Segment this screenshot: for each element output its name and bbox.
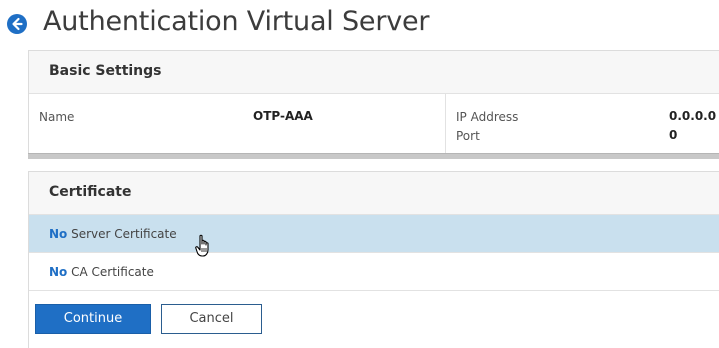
basic-settings-body: Name OTP-AAA IP Address 0.0.0.0 Port 0 — [29, 94, 719, 154]
page-header: Authentication Virtual Server — [0, 0, 719, 50]
page: Authentication Virtual Server Basic Sett… — [0, 0, 719, 348]
basic-settings-panel: Basic Settings Name OTP-AAA IP Address 0… — [28, 50, 719, 159]
ca-certificate-label: CA Certificate — [71, 265, 154, 279]
certificate-header: Certificate — [29, 172, 719, 215]
ip-address-value: 0.0.0.0 — [669, 109, 717, 123]
basic-settings-title: Basic Settings — [49, 63, 162, 79]
server-certificate-row[interactable]: No Server Certificate — [29, 215, 719, 253]
port-value: 0 — [669, 128, 678, 142]
basic-settings-header: Basic Settings — [29, 51, 719, 94]
action-bar: Continue Cancel — [29, 291, 719, 348]
certificate-title: Certificate — [49, 184, 132, 200]
certificate-panel: Certificate No Server Certificate No CA … — [28, 171, 719, 348]
arrow-left-circle-icon — [12, 17, 23, 31]
port-label: Port — [456, 129, 480, 143]
continue-button[interactable]: Continue — [35, 304, 151, 334]
name-label: Name — [39, 110, 75, 124]
server-certificate-label: Server Certificate — [71, 227, 177, 241]
cancel-button[interactable]: Cancel — [161, 304, 262, 334]
panel-scroll-shadow — [28, 153, 719, 159]
back-button[interactable] — [7, 14, 27, 34]
server-certificate-no-link[interactable]: No — [49, 227, 67, 241]
hand-pointer-icon — [195, 234, 209, 257]
column-divider — [445, 94, 446, 154]
ca-certificate-no-link[interactable]: No — [49, 265, 67, 279]
ip-address-label: IP Address — [456, 110, 519, 124]
page-title: Authentication Virtual Server — [43, 6, 430, 37]
name-value: OTP-AAA — [253, 109, 313, 123]
ca-certificate-text: No CA Certificate — [49, 265, 154, 279]
server-certificate-text: No Server Certificate — [49, 227, 177, 241]
ca-certificate-row[interactable]: No CA Certificate — [29, 253, 719, 291]
